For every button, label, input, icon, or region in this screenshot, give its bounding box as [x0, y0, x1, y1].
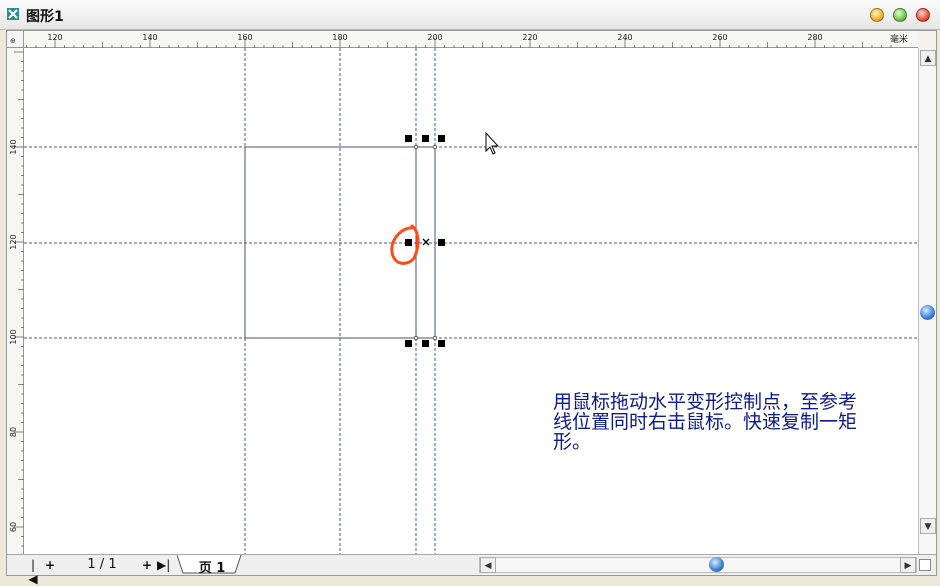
mouse-pointer-icon [485, 131, 500, 155]
annotation-text: 用鼠标拖动水平变形控制点，至参考线位置同时右击鼠标。快速复制一矩形。 [553, 391, 858, 453]
selection-handle [422, 135, 429, 142]
tab-page-1[interactable]: 页 1 [185, 557, 239, 576]
vertical-ruler[interactable]: 140 120 100 80 60 [7, 48, 24, 554]
selection-handle [438, 340, 445, 347]
selection-handle [405, 135, 412, 142]
selection-handle [438, 239, 445, 246]
maximize-icon[interactable] [893, 8, 907, 22]
vertical-scrollbar[interactable]: ▲ ▼ [918, 48, 936, 554]
ruler-tick-label: 200 [427, 33, 442, 42]
ruler-tick-label: 220 [522, 33, 537, 42]
scroll-down-arrow-icon[interactable]: ▼ [920, 518, 936, 534]
ruler-tick-label: 60 [9, 522, 18, 532]
close-icon[interactable] [916, 8, 930, 22]
vertical-scroll-thumb[interactable] [920, 305, 935, 320]
selection-handle [405, 239, 412, 246]
ruler-tick-label: 120 [47, 33, 62, 42]
center-x-mark [422, 238, 430, 246]
ruler-tick-label: 180 [332, 33, 347, 42]
ruler-origin-icon: ⊕ [10, 37, 16, 45]
ruler-tick-label: 280 [807, 33, 822, 42]
horizontal-ruler[interactable]: 毫米 120 140 160 180 200 220 240 260 280 [24, 31, 918, 48]
ruler-unit-label: 毫米 [890, 33, 908, 45]
ruler-tick-label: 260 [712, 33, 727, 42]
drawing-canvas[interactable] [24, 48, 918, 554]
add-page-button[interactable]: + [44, 558, 56, 572]
horizontal-scroll-thumb[interactable] [709, 557, 724, 572]
window-title: 图形1 [26, 9, 64, 25]
scroll-right-arrow-icon[interactable]: ▶ [900, 557, 916, 573]
selection-handle [405, 340, 412, 347]
ruler-tick-label: 240 [617, 33, 632, 42]
ruler-corner[interactable]: ⊕ [7, 31, 24, 48]
ruler-tick-label: 160 [237, 33, 252, 42]
highlight-circle [390, 224, 420, 265]
ruler-tick-label: 80 [9, 427, 18, 437]
selection-handle [438, 135, 445, 142]
resize-corner[interactable] [919, 559, 931, 571]
last-page-button[interactable]: ▶| [157, 558, 170, 572]
scroll-up-arrow-icon[interactable]: ▲ [920, 50, 936, 66]
title-bar: 图形1 [0, 0, 940, 30]
svg-text:⊕: ⊕ [10, 37, 16, 45]
horizontal-scrollbar[interactable]: ◀ ▶ [479, 557, 917, 573]
ruler-tick-label: 100 [9, 329, 18, 344]
page-indicator: 1 / 1 [87, 557, 117, 572]
ruler-tick-label: 140 [9, 139, 18, 154]
add-page-button-right[interactable]: + [141, 558, 153, 572]
visio-x-icon [7, 8, 19, 20]
selection-handle [422, 340, 429, 347]
ruler-tick-label: 120 [9, 234, 18, 249]
minimize-icon[interactable] [870, 8, 884, 22]
scroll-left-arrow-icon[interactable]: ◀ [480, 557, 496, 573]
first-page-button[interactable]: |◀ [27, 558, 39, 586]
page-status-bar: |◀ + 1 / 1 + ▶| 页 1 ◀ ▶ [7, 554, 936, 586]
ruler-tick-label: 140 [142, 33, 157, 42]
